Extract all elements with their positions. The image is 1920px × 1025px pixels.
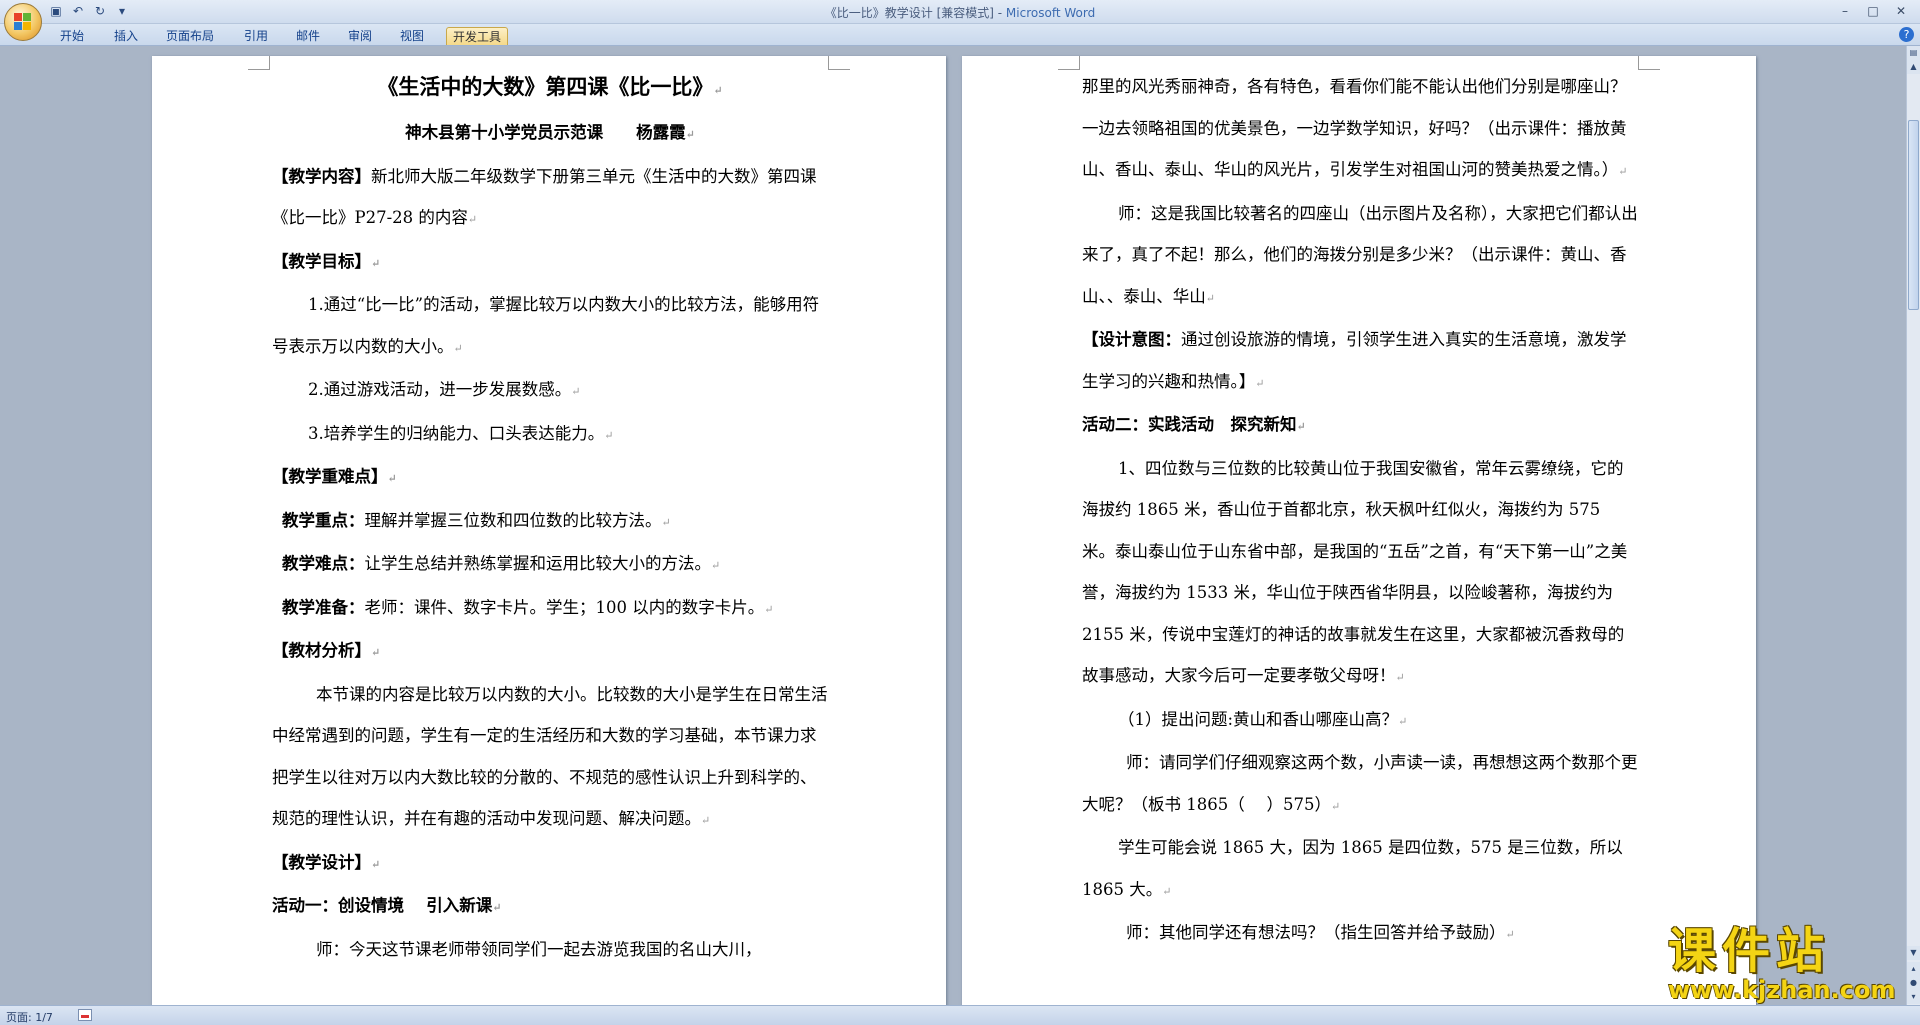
scroll-thumb[interactable] xyxy=(1908,120,1919,310)
tab-page-layout[interactable]: 页面布局 xyxy=(160,27,220,45)
scroll-up-icon[interactable]: ▲ xyxy=(1907,60,1920,74)
document-title-heading: 《生活中的大数》第四课《比一比》↵ xyxy=(377,74,723,99)
application-name: Microsoft Word xyxy=(1005,6,1096,20)
status-bar: 页面: 1/7 xyxy=(0,1005,1920,1025)
next-page-icon[interactable]: ▾ xyxy=(1907,990,1920,1004)
page-count[interactable]: 页面: 1/7 xyxy=(6,1009,53,1025)
section-heading: 【教学设计】↵ xyxy=(272,852,381,872)
scroll-down-icon[interactable]: ▼ xyxy=(1907,946,1920,960)
page-2[interactable]: 那里的风光秀丽神奇，各有特色，看看你们能不能认出他们分别是哪座山？一边去领略祖国… xyxy=(962,56,1756,1005)
vertical-scrollbar[interactable]: ▤ ▲ ▼ ▴ ● ▾ xyxy=(1906,46,1920,1005)
goal-item: 1.通过“比一比”的活动，掌握比较万以内数大小的比较方法，能够用符号表示万以内数… xyxy=(272,295,820,356)
teaching-content: 【教学内容】新北师大版二年级数学下册第三单元《生活中的大数》第四课《比一比》P2… xyxy=(272,166,817,228)
help-icon[interactable]: ? xyxy=(1899,27,1914,42)
select-browse-object-icon[interactable]: ● xyxy=(1907,976,1920,990)
difficult-point: 教学难点：让学生总结并熟练掌握和运用比较大小的方法。↵ xyxy=(282,554,721,573)
page-2-text[interactable]: 那里的风光秀丽神奇，各有特色，看看你们能不能认出他们分别是哪座山？一边去领略祖国… xyxy=(1082,66,1638,956)
body-paragraph: 那里的风光秀丽神奇，各有特色，看看你们能不能认出他们分别是哪座山？一边去领略祖国… xyxy=(1082,77,1628,179)
document-title: 《比一比》教学设计 [兼容模式] - xyxy=(824,6,1006,20)
window-title: 《比一比》教学设计 [兼容模式] - Microsoft Word xyxy=(0,4,1920,21)
page-1[interactable]: 《生活中的大数》第四课《比一比》↵ 神木县第十小学党员示范课 杨露霞↵ 【教学内… xyxy=(152,56,946,1005)
tab-developer[interactable]: 开发工具 xyxy=(446,27,509,45)
activity-heading: 活动二：实践活动 探究新知↵ xyxy=(1082,415,1306,434)
watermark-url: www.kjzhan.com xyxy=(1668,976,1896,1004)
office-button[interactable] xyxy=(4,3,42,41)
tab-insert[interactable]: 插入 xyxy=(108,27,144,45)
section-heading: 【教学重难点】↵ xyxy=(272,467,397,486)
tab-mailings[interactable]: 邮件 xyxy=(290,27,326,45)
body-paragraph: 师：这是我国比较著名的四座山（出示图片及名称），大家把它们都认出来了，真了不起！… xyxy=(1082,203,1638,306)
activity-heading: 活动一：创设情境 引入新课↵ xyxy=(272,896,502,915)
office-logo-icon xyxy=(14,13,32,31)
margin-corner-mark xyxy=(828,56,850,70)
title-bar: ▣ ↶ ↻ ▾ 《比一比》教学设计 [兼容模式] - Microsoft Wor… xyxy=(0,0,1920,24)
minimize-button[interactable]: – xyxy=(1832,2,1858,20)
margin-corner-mark xyxy=(248,56,270,70)
watermark-logo: 课件站 www.kjzhan.com xyxy=(1668,925,1908,1007)
preparation: 教学准备：老师：课件、数字卡片。学生；100 以内的数字卡片。↵ xyxy=(282,597,774,617)
body-paragraph: 1、四位数与三位数的比较黄山位于我国安徽省，常年云雾缭绕，它的海拔约 1865 … xyxy=(1082,458,1628,686)
page-1-text[interactable]: 《生活中的大数》第四课《比一比》↵ 神木县第十小学党员示范课 杨露霞↵ 【教学内… xyxy=(272,66,828,970)
close-button[interactable]: ✕ xyxy=(1888,2,1914,20)
body-paragraph: 学生可能会说 1865 大，因为 1865 是四位数，575 是三位数，所以 1… xyxy=(1082,838,1623,899)
tab-references[interactable]: 引用 xyxy=(238,27,274,45)
ribbon-tabs: 开始 插入 页面布局 引用 邮件 审阅 视图 开发工具 ? xyxy=(0,24,1920,46)
maximize-button[interactable]: □ xyxy=(1860,2,1886,20)
body-paragraph: 师：其他同学还有想法吗？（指生回答并给予鼓励）↵ xyxy=(1126,923,1515,942)
section-heading: 【教材分析】↵ xyxy=(272,641,381,660)
body-paragraph: 师：请同学们仔细观察这两个数，小声读一读，再想想这两个数那个更大呢？（板书 18… xyxy=(1082,753,1638,814)
goal-item: 2.通过游戏活动，进一步发展数感。↵ xyxy=(308,380,581,399)
design-intent: 【设计意图：通过创设旅游的情境，引领学生进入真实的生活意境，激发学生学习的兴趣和… xyxy=(1082,330,1627,391)
ruler-toggle-icon[interactable]: ▤ xyxy=(1907,46,1920,60)
section-heading: 【教学目标】↵ xyxy=(272,251,381,271)
tab-view[interactable]: 视图 xyxy=(394,27,430,45)
goal-item: 3.培养学生的归纳能力、口头表达能力。↵ xyxy=(308,423,614,443)
tab-review[interactable]: 审阅 xyxy=(342,27,378,45)
analysis-paragraph: 本节课的内容是比较万以内数的大小。比较数的大小是学生在日常生活中经常遇到的问题，… xyxy=(272,684,828,829)
proofing-icon[interactable] xyxy=(78,1009,92,1021)
margin-corner-mark xyxy=(1638,56,1660,70)
author-line: 神木县第十小学党员示范课 杨露霞↵ xyxy=(405,123,695,142)
previous-page-icon[interactable]: ▴ xyxy=(1907,962,1920,976)
window-controls: – □ ✕ xyxy=(1832,2,1914,20)
document-workarea[interactable]: 《生活中的大数》第四课《比一比》↵ 神木县第十小学党员示范课 杨露霞↵ 【教学内… xyxy=(0,46,1906,1005)
body-paragraph: （1）提出问题:黄山和香山哪座山高？↵ xyxy=(1118,709,1408,729)
margin-corner-mark xyxy=(1058,56,1080,70)
body-paragraph: 师：今天这节课老师带领同学们一起去游览我国的名山大川， xyxy=(316,939,762,959)
tab-home[interactable]: 开始 xyxy=(54,27,90,45)
key-point: 教学重点：理解并掌握三位数和四位数的比较方法。↵ xyxy=(282,510,671,530)
watermark-name: 课件站 xyxy=(1668,923,1831,979)
